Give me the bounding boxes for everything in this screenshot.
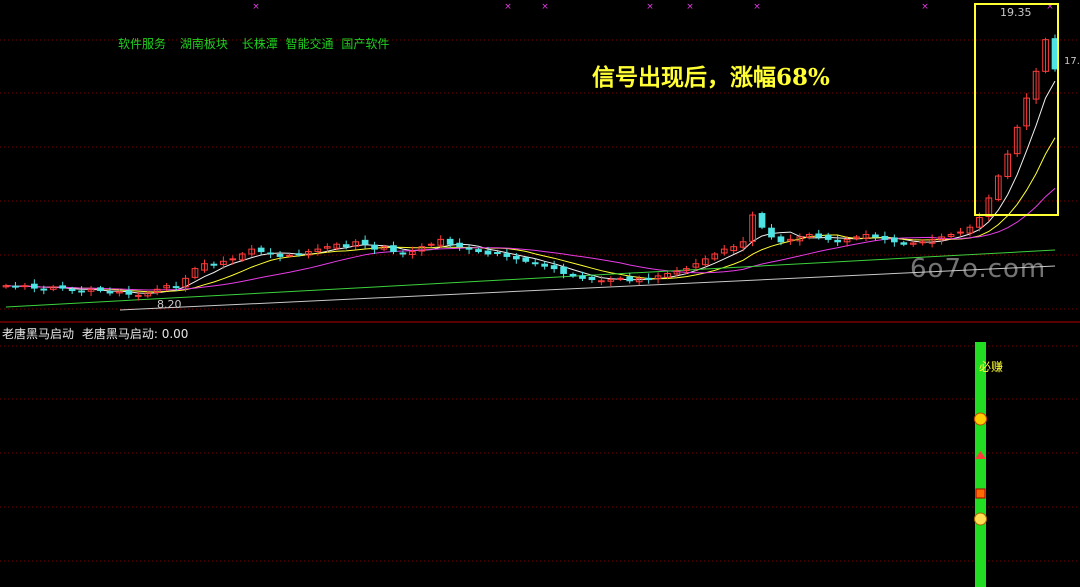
- top-cross-markers: × × × × × × × ×: [252, 2, 1054, 12]
- candle-body: [512, 255, 520, 260]
- candle-body: [834, 239, 841, 243]
- candle-body: [210, 263, 218, 266]
- highlight-box: [974, 3, 1059, 216]
- signal-label: 必赚: [979, 360, 1004, 374]
- candle-body: [399, 252, 407, 255]
- stock-chart-stage: × × × × × × × × 软件服务 湖南板块 长株潭 智能交通 国产软件 信号出现后，涨…: [0, 0, 1080, 587]
- cross-marker: ×: [541, 2, 549, 12]
- candle-body: [68, 289, 76, 292]
- cross-marker: ×: [753, 2, 761, 12]
- candle-body: [97, 287, 104, 292]
- candle-body: [872, 234, 879, 238]
- candle-body: [267, 252, 274, 255]
- sector-tag[interactable]: 智能交通: [286, 37, 334, 51]
- candle-body: [229, 258, 237, 261]
- candle-body: [957, 231, 964, 234]
- candle-body: [361, 239, 369, 245]
- price-last-label: 17.5: [1064, 56, 1080, 67]
- candle-body: [758, 213, 766, 228]
- candle-body: [588, 276, 596, 281]
- candle-body: [427, 243, 435, 246]
- candle-body: [919, 241, 927, 244]
- moving-averages: [5, 80, 1056, 311]
- sector-tag[interactable]: 湖南板块: [180, 37, 228, 51]
- candle-body: [484, 250, 492, 255]
- candle-body: [106, 290, 114, 294]
- candle-body: [626, 276, 634, 282]
- sector-tag[interactable]: 国产软件: [341, 37, 389, 51]
- candle-body: [295, 253, 303, 256]
- candle-body: [21, 285, 29, 288]
- candle-body: [560, 266, 567, 274]
- candle-body: [598, 280, 605, 283]
- candle-body: [891, 237, 898, 243]
- candle-body: [815, 233, 823, 238]
- candle-body: [824, 234, 832, 240]
- box-marker-icon: [975, 488, 986, 499]
- candle-body: [12, 285, 19, 288]
- sector-tags: 软件服务 湖南板块 长株潭 智能交通 国产软件: [118, 35, 399, 52]
- candle-body: [257, 247, 265, 253]
- candle-body: [1051, 38, 1059, 70]
- kline-chart: × × × × × × × ×: [0, 2, 1080, 587]
- candle-body: [286, 254, 293, 257]
- candle-body: [134, 294, 142, 297]
- candlesticks: [2, 34, 1059, 301]
- s-marker-icon: [974, 512, 987, 526]
- candle-body: [494, 252, 501, 255]
- candle-body: [342, 244, 350, 248]
- candle-body: [541, 263, 549, 267]
- candle-body: [768, 227, 775, 238]
- indicator-value: 老唐黑马启动: 0.00: [81, 327, 189, 341]
- candle-body: [569, 273, 577, 277]
- candle-body: [446, 238, 454, 245]
- candle-body: [503, 253, 511, 257]
- candle-body: [125, 290, 133, 295]
- watermark: 6o7o.com: [910, 254, 1047, 284]
- cross-marker: ×: [686, 2, 694, 12]
- candle-body: [550, 265, 558, 270]
- ma10-line: [5, 137, 1056, 293]
- sector-tag[interactable]: 长株潭: [242, 37, 278, 51]
- candle-body: [645, 277, 652, 281]
- candle-body: [522, 257, 530, 262]
- candle-body: [579, 275, 586, 279]
- candle-body: [456, 242, 463, 248]
- candle-body: [172, 286, 180, 289]
- price-low-label: 8.20: [157, 298, 182, 311]
- cross-marker: ×: [646, 2, 654, 12]
- candle-body: [59, 285, 67, 289]
- candle-body: [531, 262, 539, 265]
- candle-body: [777, 236, 785, 243]
- candle-body: [475, 249, 482, 253]
- price-high-label: 19.35: [1000, 6, 1032, 19]
- candle-body: [276, 253, 284, 257]
- candle-body: [616, 277, 624, 280]
- candle-body: [465, 247, 473, 250]
- h-marker-icon: [974, 412, 987, 426]
- signal-bar-fill: [975, 342, 986, 587]
- candle-body: [390, 245, 397, 253]
- candle-body: [881, 235, 889, 240]
- cross-marker: ×: [921, 2, 929, 12]
- indicator-label: 老唐黑马启动 老唐黑马启动: 0.00: [2, 325, 188, 342]
- candle-body: [31, 283, 38, 289]
- signal-bar: [974, 342, 987, 587]
- cross-marker: ×: [504, 2, 512, 12]
- candle-body: [371, 244, 378, 250]
- candle-body: [900, 242, 908, 245]
- headline-annotation: 信号出现后，涨幅68%: [592, 64, 830, 91]
- ma5-line: [5, 80, 1056, 294]
- sector-tag[interactable]: 软件服务: [118, 37, 166, 51]
- cross-marker: ×: [252, 2, 260, 12]
- candle-body: [78, 290, 85, 293]
- indicator-name[interactable]: 老唐黑马启动: [2, 327, 74, 341]
- candle-body: [40, 288, 48, 291]
